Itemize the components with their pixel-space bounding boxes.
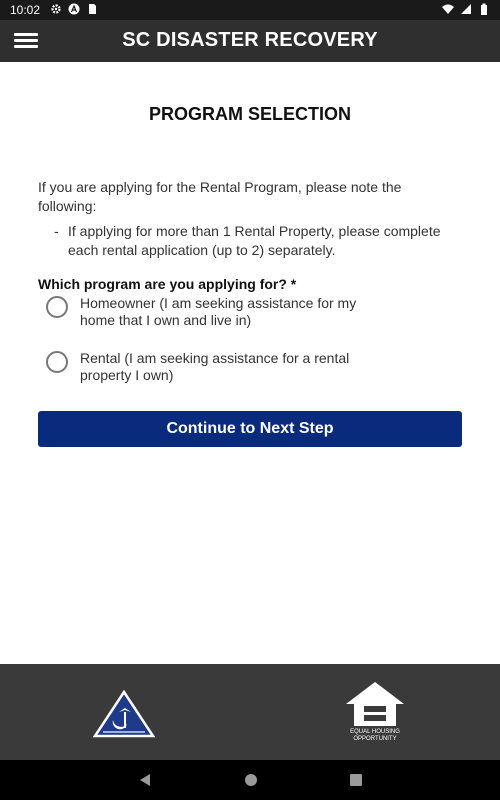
status-time: 10:02 — [10, 3, 41, 17]
bullet-dash: - — [54, 223, 59, 239]
radio-homeowner[interactable] — [46, 296, 68, 318]
intro-text: If you are applying for the Rental Progr… — [38, 179, 402, 214]
equal-housing-opportunity-logo: EQUAL HOUSING OPPORTUNITY — [344, 680, 406, 744]
bullet-text: If applying for more than 1 Rental Prope… — [68, 223, 441, 258]
ehol-line2: OPPORTUNITY — [353, 736, 397, 742]
option-homeowner-label[interactable]: Homeowner (I am seeking assistance for m… — [80, 295, 390, 329]
a-badge-icon — [68, 3, 80, 15]
battery-icon — [481, 3, 487, 15]
wifi-icon — [442, 4, 454, 14]
app-title: SC DISASTER RECOVERY — [122, 29, 378, 51]
option-rental-label[interactable]: Rental (I am seeking assistance for a re… — [80, 350, 390, 384]
sc-disaster-recovery-logo — [93, 690, 155, 738]
bullet-note: - If applying for more than 1 Rental Pro… — [54, 222, 464, 260]
footer: EQUAL HOUSING OPPORTUNITY — [0, 664, 500, 760]
radio-rental[interactable] — [46, 351, 68, 373]
home-icon[interactable] — [241, 770, 261, 790]
sim-card-icon — [89, 4, 96, 14]
option-rental[interactable]: Rental (I am seeking assistance for a re… — [46, 350, 426, 384]
system-nav-bar — [0, 760, 500, 800]
back-icon[interactable] — [135, 770, 155, 790]
house-icon — [346, 682, 404, 726]
page-title: PROGRAM SELECTION — [148, 104, 351, 124]
option-homeowner[interactable]: Homeowner (I am seeking assistance for m… — [46, 295, 426, 329]
program-question: Which program are you applying for? * — [38, 276, 297, 292]
ehol-line1: EQUAL HOUSING — [350, 729, 400, 735]
continue-button[interactable]: Continue to Next Step — [38, 411, 462, 447]
main-content: PROGRAM SELECTION If you are applying fo… — [0, 62, 500, 664]
app-bar: SC DISASTER RECOVERY — [0, 20, 500, 62]
recent-apps-icon[interactable] — [346, 770, 366, 790]
gear-icon — [51, 4, 61, 14]
status-bar: 10:02 — [0, 0, 500, 20]
signal-icon — [461, 4, 471, 14]
